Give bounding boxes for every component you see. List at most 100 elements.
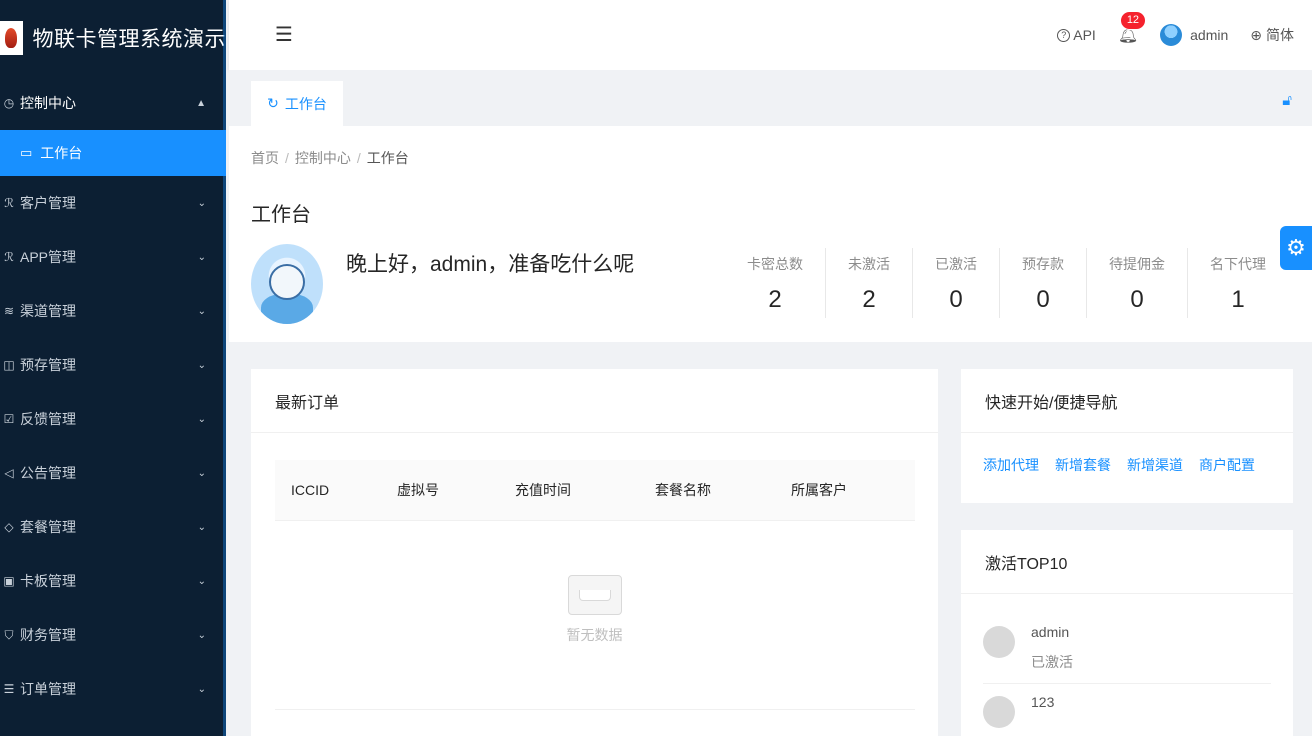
stat-label: 已激活 (935, 256, 977, 272)
empty-text: 暂无数据 (566, 627, 623, 643)
avatar (983, 626, 1015, 658)
sidebar-item-label: 卡板管理 (20, 573, 76, 589)
sidebar-item-workbench[interactable]: ▭ 工作台 (0, 130, 226, 176)
menu-fold-icon[interactable]: ☰ (275, 22, 293, 47)
sidebar-item-label: 订单管理 (20, 681, 76, 697)
list-item-status: 已激活 (1031, 654, 1073, 670)
api-link[interactable]: ? API (1057, 27, 1096, 43)
chevron-down-icon: ⌄ (197, 467, 206, 479)
notice-icon: ◁ (4, 466, 14, 480)
link-add-channel[interactable]: 新增渠道 (1127, 455, 1183, 475)
gauge-icon: ◷ (3, 96, 15, 110)
card-title: 快速开始/便捷导航 (961, 369, 1293, 433)
chevron-down-icon: ⌄ (197, 359, 206, 371)
sidebar-item-label: 控制中心 (20, 95, 76, 111)
sidebar-item-label: 工作台 (40, 145, 83, 161)
tab-label: 工作台 (284, 95, 327, 112)
sidebar-item-finance[interactable]: ⛉ 财务管理 ⌄ (0, 608, 226, 662)
quick-nav-card: 快速开始/便捷导航 添加代理 新增套餐 新增渠道 商户配置 (961, 369, 1293, 503)
package-icon: ◇ (4, 520, 14, 534)
sidebar-item-deposit[interactable]: ◫ 预存管理 ⌄ (0, 338, 226, 392)
chevron-down-icon: ⌄ (197, 575, 206, 587)
sidebar-item-app[interactable]: ℛ APP管理 ⌄ (0, 230, 226, 284)
page-header: 首页 / 控制中心 / 工作台 工作台 晚上好，admin，准备吃什么呢 卡密总数 2 … (229, 126, 1312, 342)
column-header: 虚拟号 (397, 482, 439, 498)
stat-pending-commission: 待提佣金 0 (1086, 248, 1187, 318)
api-label: API (1073, 27, 1096, 43)
sidebar-item-label: 公告管理 (20, 465, 76, 481)
column-header: 所属客户 (791, 482, 847, 498)
link-add-agent[interactable]: 添加代理 (983, 455, 1039, 475)
app-icon: ℛ (4, 250, 14, 264)
card-icon: ▣ (3, 574, 15, 588)
stat-label: 卡密总数 (747, 256, 803, 272)
sidebar-item-cards[interactable]: ▣ 卡板管理 ⌄ (0, 554, 226, 608)
link-merchant-config[interactable]: 商户配置 (1199, 455, 1255, 475)
link-add-package[interactable]: 新增套餐 (1055, 455, 1111, 475)
deposit-icon: ◫ (3, 358, 15, 372)
chevron-down-icon: ⌄ (197, 413, 206, 425)
app-title: 物联卡管理系统演示 (32, 28, 226, 51)
sidebar-item-control-center[interactable]: ◷ 控制中心 ▲ (0, 76, 226, 130)
lock-icon[interactable]: 🔓︎ (1282, 92, 1292, 109)
sidebar-item-label: 反馈管理 (20, 411, 76, 427)
order-icon: ☰ (3, 682, 15, 696)
stat-value: 0 (1130, 286, 1144, 313)
card-title: 最新订单 (251, 369, 938, 433)
divider (275, 709, 915, 710)
chevron-down-icon: ⌄ (197, 683, 206, 695)
tab-workbench[interactable]: ↻ 工作台 (251, 81, 343, 126)
language-switch[interactable]: ⊕ 简体 (1250, 25, 1294, 45)
empty-inbox-icon (567, 575, 622, 615)
sidebar-item-channels[interactable]: ≋ 渠道管理 ⌄ (0, 284, 226, 338)
chevron-down-icon: ⌄ (197, 629, 206, 641)
stats-panel: 卡密总数 2 未激活 2 已激活 0 预存款 0 待提佣金 0 名下代理 1 (725, 248, 1288, 318)
avatar (983, 696, 1015, 728)
stat-value: 1 (1231, 286, 1245, 313)
chevron-up-icon: ▲ (196, 97, 206, 109)
globe-icon: ⊕ (1250, 26, 1262, 43)
feedback-icon: ☑ (3, 412, 15, 426)
sidebar-item-label: 渠道管理 (20, 303, 76, 319)
refresh-icon: ↻ (267, 95, 279, 111)
sidebar-item-orders[interactable]: ☰ 订单管理 ⌄ (0, 662, 226, 716)
chevron-down-icon: ⌄ (197, 197, 206, 209)
breadcrumb-home[interactable]: 首页 (251, 150, 279, 166)
latest-orders-card: 最新订单 ICCID 虚拟号 充值时间 套餐名称 所属客户 暂无数据 (251, 369, 938, 736)
breadcrumb-current: 工作台 (366, 150, 409, 166)
notification-button[interactable]: 🔔︎ 12 (1118, 11, 1147, 45)
tab-bar: ↻ 工作台 🔓︎ (229, 70, 1312, 126)
stat-total-cards: 卡密总数 2 (725, 248, 825, 318)
list-item: 123 (983, 684, 1271, 736)
column-header: ICCID (291, 482, 330, 498)
sidebar-item-label: 预存管理 (20, 357, 76, 373)
greeting-text: 晚上好，admin，准备吃什么呢 (346, 253, 635, 276)
sidebar-item-customers[interactable]: ℛ 客户管理 ⌄ (0, 176, 226, 230)
sidebar-item-packages[interactable]: ◇ 套餐管理 ⌄ (0, 500, 226, 554)
quick-links: 添加代理 新增套餐 新增渠道 商户配置 (961, 433, 1293, 475)
monitor-icon: ▭ (20, 145, 33, 160)
list-item: admin 已激活 (983, 614, 1271, 684)
breadcrumb: 首页 / 控制中心 / 工作台 (251, 150, 409, 166)
stat-value: 2 (768, 286, 782, 313)
sidebar-item-notices[interactable]: ◁ 公告管理 ⌄ (0, 446, 226, 500)
stat-value: 2 (862, 286, 876, 313)
header-actions: ? API 🔔︎ 12 admin ⊕ 简体 (1057, 0, 1294, 70)
chevron-down-icon: ⌄ (197, 305, 206, 317)
activation-top10-card: 激活TOP10 admin 已激活 123 (961, 530, 1293, 736)
settings-gear-button[interactable]: ⚙ (1280, 226, 1312, 270)
stat-deposit: 预存款 0 (999, 248, 1086, 318)
breadcrumb-section[interactable]: 控制中心 (295, 150, 351, 166)
sidebar-item-feedback[interactable]: ☑ 反馈管理 ⌄ (0, 392, 226, 446)
stat-label: 待提佣金 (1109, 256, 1165, 272)
stat-inactive: 未激活 2 (825, 248, 912, 318)
sidebar-item-label: 套餐管理 (20, 519, 76, 535)
user-icon: ℛ (4, 196, 14, 210)
stat-agents: 名下代理 1 (1187, 248, 1288, 318)
user-menu[interactable]: admin (1160, 24, 1228, 46)
card-title: 激活TOP10 (961, 530, 1293, 594)
notification-badge: 12 (1119, 11, 1147, 30)
top-header: ☰ ? API 🔔︎ 12 admin ⊕ 简体 (229, 0, 1312, 70)
logo-icon (0, 21, 23, 55)
empty-state: 暂无数据 (251, 575, 938, 645)
